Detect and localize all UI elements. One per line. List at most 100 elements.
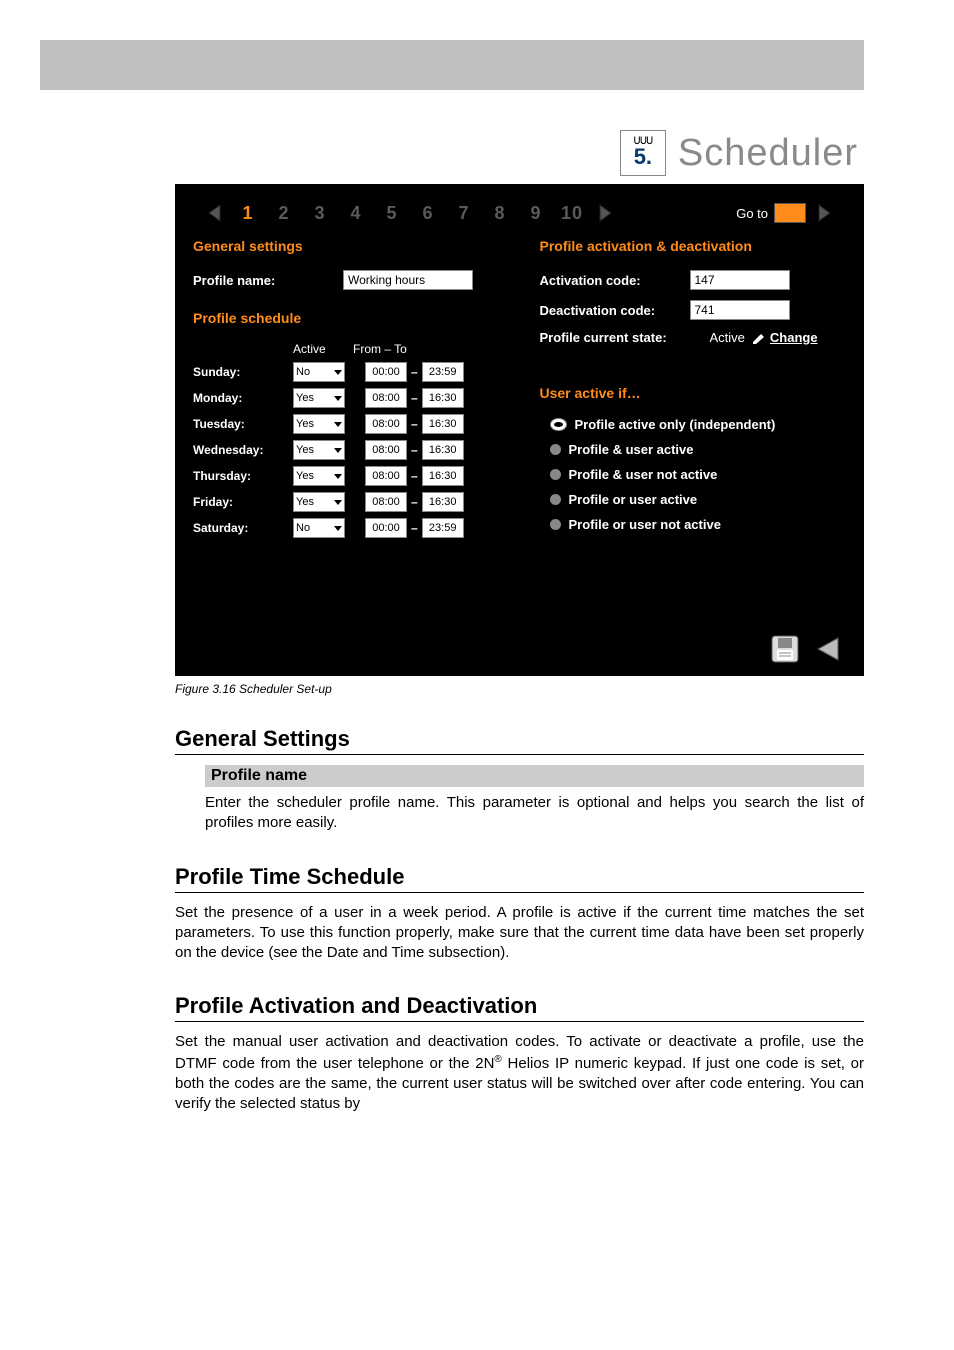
activation-code-label: Activation code: xyxy=(540,273,690,288)
user-active-option[interactable]: Profile & user active xyxy=(550,442,847,457)
schedule-from-input[interactable]: 08:00 xyxy=(365,414,407,434)
pencil-icon xyxy=(753,332,767,344)
pager-item-3[interactable]: 3 xyxy=(305,203,335,224)
schedule-active-select[interactable]: Yes xyxy=(293,388,345,408)
scheduler-panel: 1 2 3 4 5 6 7 8 9 10 Go to xyxy=(175,184,864,676)
schedule-row: Sunday:No00:00–23:59 xyxy=(193,362,500,382)
figure-caption: Figure 3.16 Scheduler Set-up xyxy=(175,682,864,696)
radio-label: Profile or user not active xyxy=(569,517,721,532)
radio-label: Profile active only (independent) xyxy=(575,417,776,432)
schedule-day-label: Monday: xyxy=(193,391,293,405)
deactivation-code-input[interactable] xyxy=(690,300,790,320)
schedule-day-label: Wednesday: xyxy=(193,443,293,457)
schedule-row: Thursday:Yes08:00–16:30 xyxy=(193,466,500,486)
profile-pager: 1 2 3 4 5 6 7 8 9 10 Go to xyxy=(193,198,846,238)
schedule-from-input[interactable]: 08:00 xyxy=(365,492,407,512)
page-header-bar xyxy=(40,40,864,90)
save-button[interactable] xyxy=(768,632,802,666)
radio-icon xyxy=(550,469,561,480)
doc-subheading-profile-name: Profile name xyxy=(205,765,864,787)
deactivation-code-label: Deactivation code: xyxy=(540,303,690,318)
pager-item-6[interactable]: 6 xyxy=(413,203,443,224)
schedule-to-input[interactable]: 16:30 xyxy=(422,466,464,486)
profile-schedule-title: Profile schedule xyxy=(193,310,500,326)
schedule-day-label: Thursday: xyxy=(193,469,293,483)
state-value: Active xyxy=(710,330,745,345)
back-button[interactable] xyxy=(812,632,846,666)
schedule-active-select[interactable]: No xyxy=(293,362,345,382)
doc-text: Enter the scheduler profile name. This p… xyxy=(205,793,864,834)
schedule-row: Tuesday:Yes08:00–16:30 xyxy=(193,414,500,434)
goto-input[interactable] xyxy=(774,203,806,223)
user-active-option[interactable]: Profile or user not active xyxy=(550,517,847,532)
schedule-to-input[interactable]: 16:30 xyxy=(422,440,464,460)
user-active-option[interactable]: Profile active only (independent) xyxy=(550,417,847,432)
schedule-row: Friday:Yes08:00–16:30 xyxy=(193,492,500,512)
schedule-row: Saturday:No00:00–23:59 xyxy=(193,518,500,538)
calendar-number: 5. xyxy=(634,146,652,168)
schedule-day-label: Tuesday: xyxy=(193,417,293,431)
schedule-row: Wednesday:Yes08:00–16:30 xyxy=(193,440,500,460)
pager-item-9[interactable]: 9 xyxy=(521,203,551,224)
radio-label: Profile or user active xyxy=(569,492,698,507)
schedule-head-fromto: From – To xyxy=(353,342,500,356)
pager-item-10[interactable]: 10 xyxy=(557,203,587,224)
schedule-to-input[interactable]: 23:59 xyxy=(422,362,464,382)
activation-code-input[interactable] xyxy=(690,270,790,290)
pager-item-2[interactable]: 2 xyxy=(269,203,299,224)
goto-label: Go to xyxy=(736,206,768,221)
radio-label: Profile & user not active xyxy=(569,467,718,482)
user-active-option[interactable]: Profile & user not active xyxy=(550,467,847,482)
schedule-to-input[interactable]: 23:59 xyxy=(422,518,464,538)
scheduler-icon: ᑌᑌᑌ 5. xyxy=(620,130,666,176)
pager-prev-button[interactable] xyxy=(205,202,227,224)
schedule-active-select[interactable]: Yes xyxy=(293,466,345,486)
schedule-active-select[interactable]: Yes xyxy=(293,440,345,460)
doc-heading-activation: Profile Activation and Deactivation xyxy=(175,993,864,1022)
doc-text: Set the manual user activation and deact… xyxy=(175,1032,864,1114)
radio-icon xyxy=(550,418,567,431)
schedule-day-label: Friday: xyxy=(193,495,293,509)
change-label: Change xyxy=(770,330,818,345)
schedule-from-input[interactable]: 08:00 xyxy=(365,388,407,408)
schedule-active-select[interactable]: No xyxy=(293,518,345,538)
schedule-active-select[interactable]: Yes xyxy=(293,414,345,434)
doc-text: Set the presence of a user in a week per… xyxy=(175,903,864,964)
schedule-from-input[interactable]: 00:00 xyxy=(365,362,407,382)
schedule-from-input[interactable]: 08:00 xyxy=(365,466,407,486)
radio-icon xyxy=(550,444,561,455)
schedule-day-label: Sunday: xyxy=(193,365,293,379)
goto-button[interactable] xyxy=(812,202,834,224)
schedule-head-active: Active xyxy=(293,342,353,356)
pager-item-5[interactable]: 5 xyxy=(377,203,407,224)
doc-heading-schedule: Profile Time Schedule xyxy=(175,864,864,893)
app-title: Scheduler xyxy=(678,132,858,175)
pager-next-button[interactable] xyxy=(593,202,615,224)
schedule-active-select[interactable]: Yes xyxy=(293,492,345,512)
radio-label: Profile & user active xyxy=(569,442,694,457)
registered-symbol: ® xyxy=(494,1054,501,1065)
pager-item-7[interactable]: 7 xyxy=(449,203,479,224)
doc-heading-general: General Settings xyxy=(175,726,864,755)
pager-item-1[interactable]: 1 xyxy=(233,203,263,224)
schedule-day-label: Saturday: xyxy=(193,521,293,535)
schedule-from-input[interactable]: 00:00 xyxy=(365,518,407,538)
schedule-to-input[interactable]: 16:30 xyxy=(422,388,464,408)
schedule-row: Monday:Yes08:00–16:30 xyxy=(193,388,500,408)
schedule-to-input[interactable]: 16:30 xyxy=(422,492,464,512)
change-state-button[interactable]: Change xyxy=(753,330,818,345)
user-active-option[interactable]: Profile or user active xyxy=(550,492,847,507)
schedule-to-input[interactable]: 16:30 xyxy=(422,414,464,434)
state-label: Profile current state: xyxy=(540,330,710,345)
general-settings-title: General settings xyxy=(193,238,500,254)
profile-name-input[interactable] xyxy=(343,270,473,290)
activation-title: Profile activation & deactivation xyxy=(540,238,847,254)
user-active-title: User active if… xyxy=(540,385,847,401)
radio-icon xyxy=(550,519,561,530)
app-header: ᑌᑌᑌ 5. Scheduler xyxy=(175,120,864,184)
pager-item-8[interactable]: 8 xyxy=(485,203,515,224)
radio-icon xyxy=(550,494,561,505)
schedule-from-input[interactable]: 08:00 xyxy=(365,440,407,460)
profile-name-label: Profile name: xyxy=(193,273,343,288)
pager-item-4[interactable]: 4 xyxy=(341,203,371,224)
